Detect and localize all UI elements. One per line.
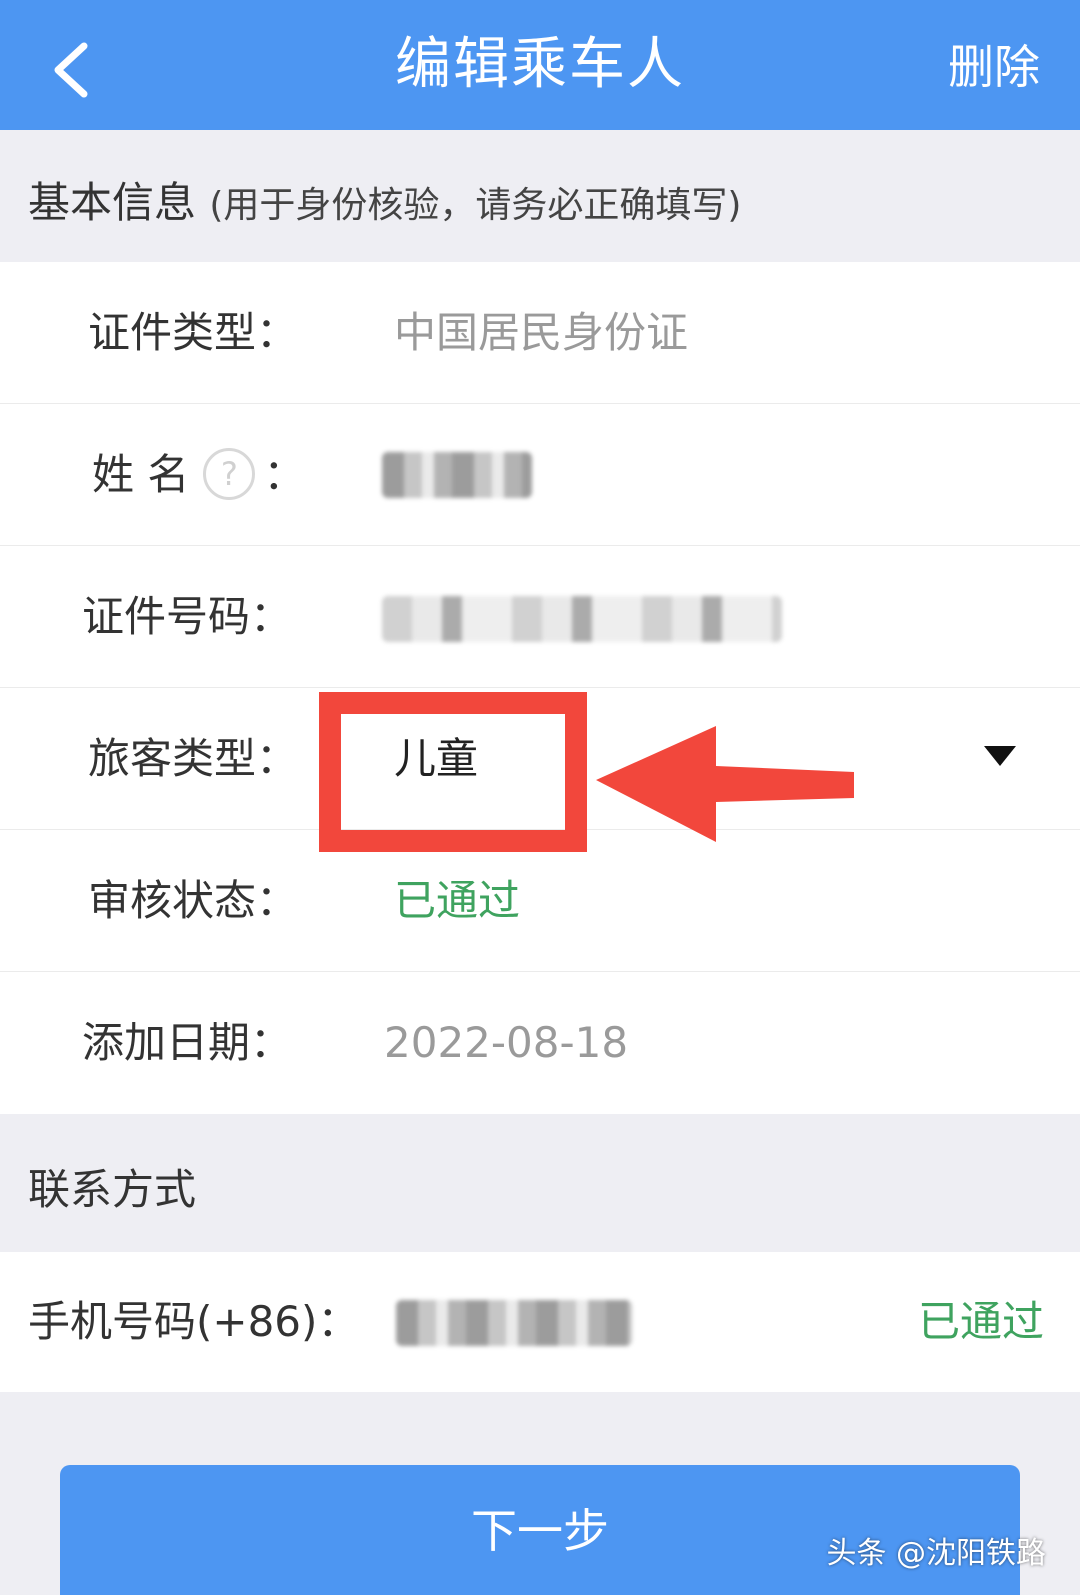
red-arrow-icon: [596, 726, 854, 842]
chevron-left-icon: [54, 42, 88, 98]
phone-row[interactable]: 手机号码(+86)： 已通过: [0, 1252, 1080, 1392]
review-status-label: 审核状态：: [88, 876, 299, 925]
highlight-box-annotation: [319, 692, 587, 852]
back-button[interactable]: [30, 30, 110, 110]
delete-button[interactable]: 删除: [948, 0, 1040, 130]
add-date-value: 2022-08-18: [384, 1018, 629, 1067]
triangle-down-icon[interactable]: [984, 746, 1016, 766]
name-label-colon: ：: [263, 450, 306, 499]
name-label-text: 姓 名: [92, 450, 190, 499]
name-label: 姓 名?：: [92, 404, 305, 546]
passenger-type-label: 旅客类型：: [88, 734, 299, 783]
name-value-redacted[interactable]: [382, 452, 532, 498]
basic-info-title: 基本信息: [28, 178, 197, 227]
id-number-label: 证件号码：: [82, 592, 293, 641]
id-type-label: 证件类型：: [88, 308, 299, 357]
basic-info-card: 证件类型： 中国居民身份证 姓 名?： 证件号码： 旅客类型： 儿童 审核状态：…: [0, 262, 1080, 1114]
phone-status: 已通过: [917, 1297, 1044, 1346]
edit-passenger-screen: 编辑乘车人 删除 基本信息 (用于身份核验，请务必正确填写) 证件类型： 中国居…: [0, 0, 1080, 1595]
id-type-row[interactable]: 证件类型： 中国居民身份证: [0, 262, 1080, 404]
id-number-row: 证件号码：: [0, 546, 1080, 688]
contact-section-title: 联系方式: [28, 1165, 197, 1214]
add-date-row: 添加日期： 2022-08-18: [0, 972, 1080, 1114]
id-number-value-redacted[interactable]: [382, 596, 782, 642]
name-row: 姓 名?：: [0, 404, 1080, 546]
watermark: 头条 @沈阳铁路: [826, 1536, 1046, 1571]
page-title: 编辑乘车人: [395, 32, 685, 97]
phone-label: 手机号码(+86)：: [28, 1297, 360, 1346]
id-type-value: 中国居民身份证: [394, 308, 689, 357]
contact-card: 手机号码(+86)： 已通过: [0, 1252, 1080, 1392]
add-date-label: 添加日期：: [82, 1018, 293, 1067]
basic-info-subtitle: (用于身份核验，请务必正确填写): [209, 185, 742, 226]
question-circle-icon[interactable]: ?: [203, 447, 256, 500]
phone-value-redacted[interactable]: [396, 1300, 632, 1346]
nav-header: 编辑乘车人 删除: [0, 0, 1080, 130]
basic-info-section-title: 基本信息 (用于身份核验，请务必正确填写): [28, 168, 741, 238]
